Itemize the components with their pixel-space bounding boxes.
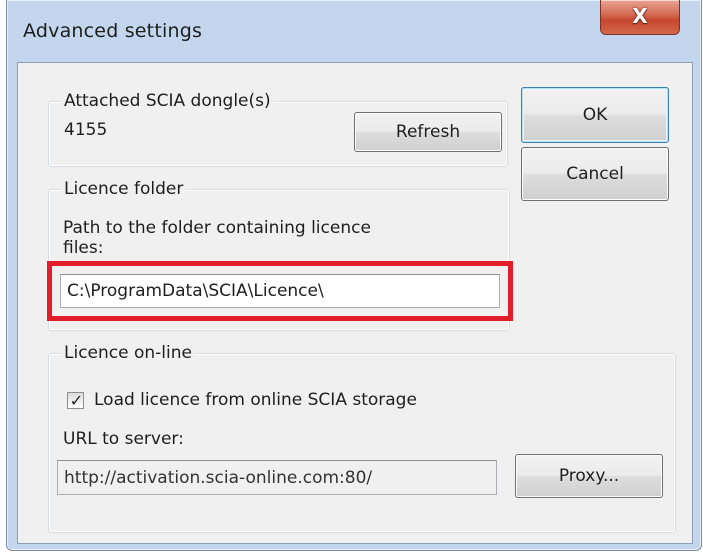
refresh-button[interactable]: Refresh [354,112,502,152]
load-online-checkbox[interactable]: ✓ [67,391,84,410]
licence-online-legend: Licence on-line [61,343,195,363]
licence-folder-legend: Licence folder [61,179,187,199]
dongle-group: Attached SCIA dongle(s) 4155 Refresh [48,91,508,167]
title-bar[interactable]: Advanced settings X [7,0,701,62]
dongle-group-legend: Attached SCIA dongle(s) [61,91,274,111]
window-title: Advanced settings [23,20,203,42]
dialog-client-area: Attached SCIA dongle(s) 4155 Refresh Lic… [17,62,693,544]
screen: Advanced settings X Attached SCIA dongle… [0,0,703,553]
check-mark-icon: ✓ [69,391,84,410]
load-online-label[interactable]: Load licence from online SCIA storage [94,390,417,411]
close-button[interactable]: X [600,0,680,35]
licence-path-input[interactable] [60,274,500,308]
cancel-button[interactable]: Cancel [521,147,669,201]
proxy-button[interactable]: Proxy... [515,454,663,498]
licence-online-group: Licence on-line ✓ Load licence from onli… [48,343,676,533]
dongle-value: 4155 [64,120,108,140]
close-icon: X [632,4,648,28]
url-label: URL to server: [63,429,184,449]
dialog-window: Advanced settings X Attached SCIA dongle… [6,0,702,551]
server-url-input[interactable] [57,460,497,495]
licence-folder-description-line2: files: [63,238,104,258]
licence-folder-description-line1: Path to the folder containing licence [63,218,371,238]
ok-button[interactable]: OK [521,87,669,143]
